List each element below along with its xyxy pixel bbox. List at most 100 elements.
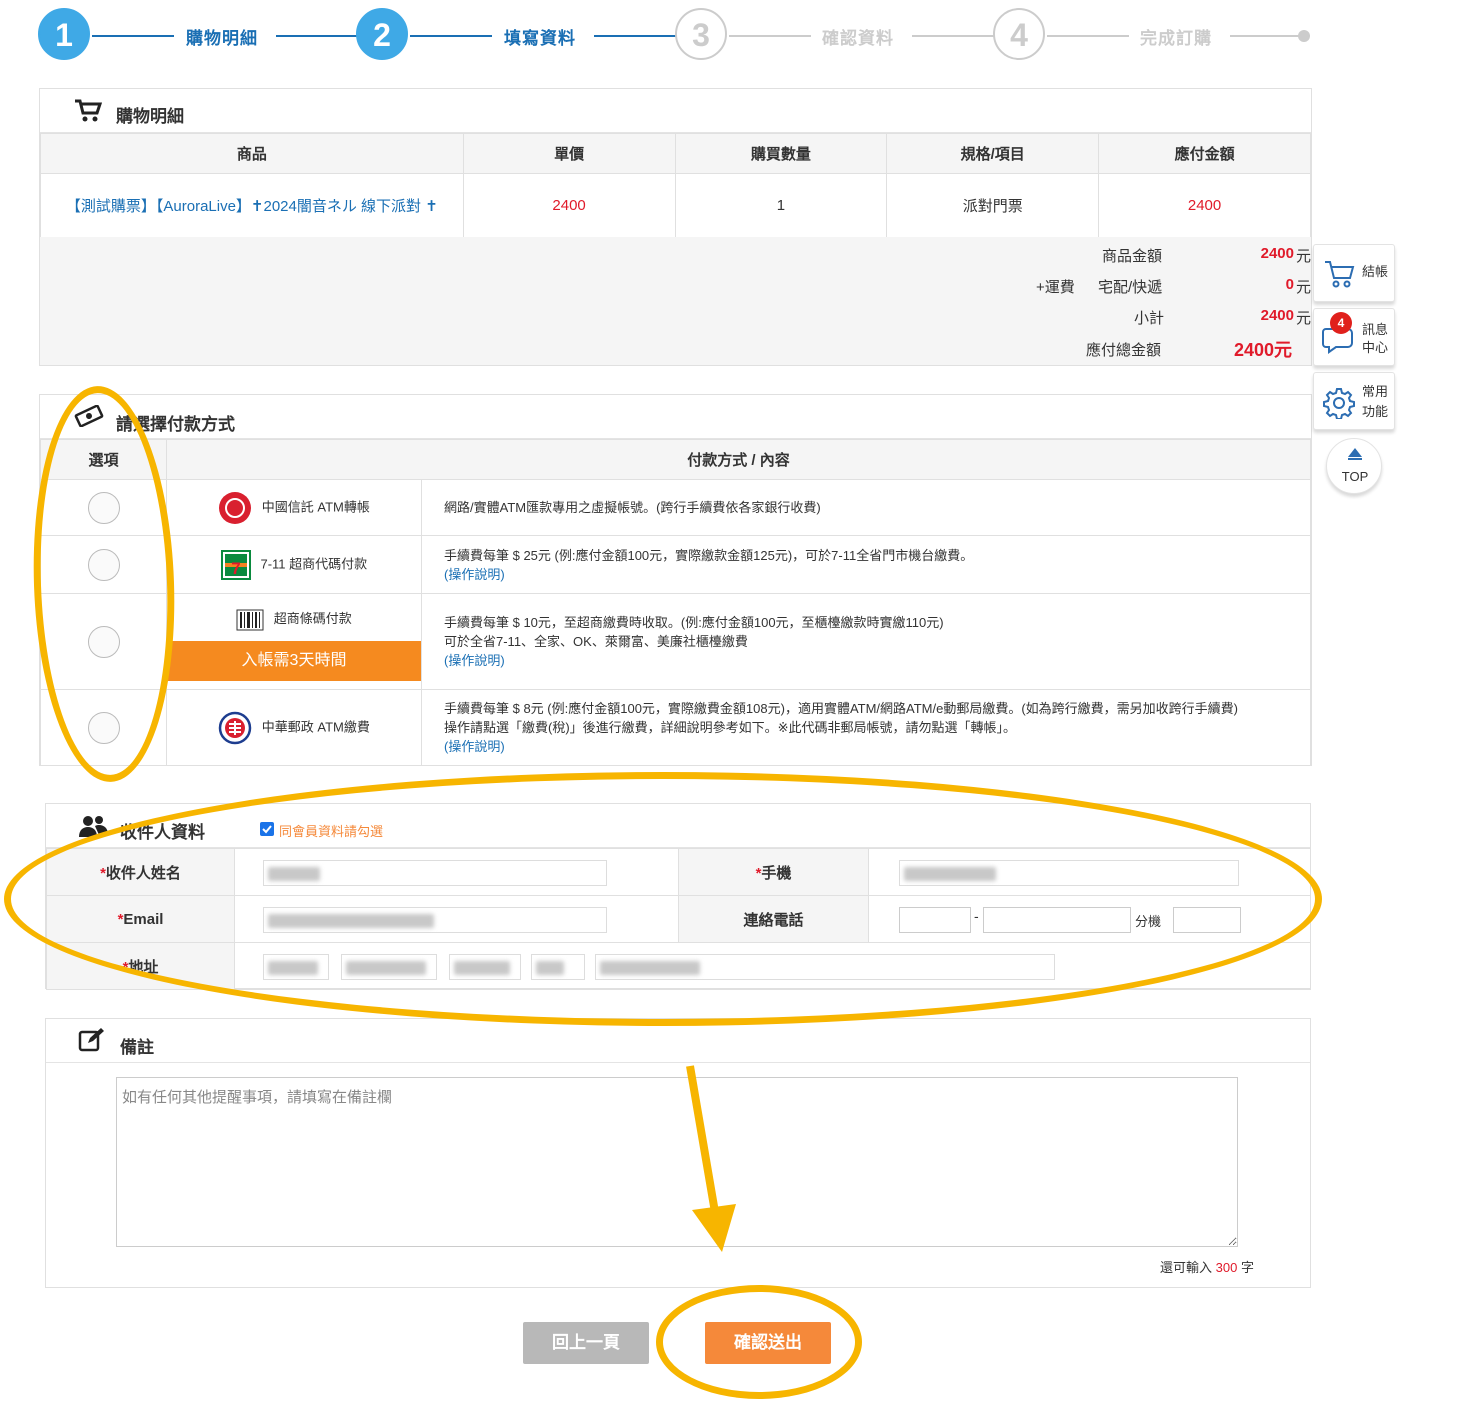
payment-name: 超商條碼付款 (273, 611, 352, 626)
back-button[interactable]: 回上一頁 (523, 1322, 649, 1364)
payment-radio-ctbc[interactable] (87, 491, 120, 524)
functions-dock-button[interactable]: 常用 功能 (1313, 372, 1395, 430)
col-amount: 應付金額 (1098, 133, 1311, 174)
step-2-label: 填寫資料 (504, 29, 576, 48)
step-1-circle: 1 (38, 8, 90, 60)
phone-area-input[interactable] (899, 907, 971, 933)
phone-ext-input[interactable] (1173, 907, 1241, 933)
payment-radio-post[interactable] (87, 711, 120, 744)
check-icon (262, 825, 272, 834)
checkout-dock-button[interactable]: 結帳 (1313, 244, 1395, 302)
note-panel-header: 備註 (46, 1019, 1310, 1063)
redacted-text (904, 867, 996, 881)
cart-panel: 購物明細 商品 單價 購買數量 規格/項目 應付金額 【測試購票】【Aurora… (39, 88, 1312, 366)
address-input[interactable] (595, 954, 1055, 980)
phone-label: 連絡電話 (743, 911, 804, 929)
product-link[interactable]: 【測試購票】【AuroraLive】✝2024闇音ネル 線下派對 ✝ (40, 173, 464, 238)
currency: 元 (1296, 279, 1312, 296)
email-input[interactable] (263, 907, 607, 933)
dock-messages-label-2: 中心 (1362, 340, 1389, 355)
note-title: 備註 (120, 1038, 154, 1057)
users-icon (79, 816, 108, 837)
instructions-link[interactable]: (操作說明) (444, 565, 1309, 584)
edit-icon (78, 1028, 104, 1052)
mobile-cell (868, 848, 1311, 896)
payment-row: 7 7-11 超商代碼付款 手續費每筆 $ 25元 (例:應付金額100元，實際… (40, 535, 1311, 594)
redacted-text (454, 961, 510, 975)
cart-summary: 商品金額 2400 元 +運費 宅配/快遞 0 元 小計 2400 元 應付總金… (40, 237, 1311, 365)
cart-table: 商品 單價 購買數量 規格/項目 應付金額 【測試購票】【AuroraLive】… (40, 133, 1311, 238)
shipping-value: 0 (1285, 276, 1294, 293)
redacted-text (346, 961, 426, 975)
payment-desc: 手續費每筆 $ 10元，至超商繳費時收取。(例:應付金額100元，至櫃檯繳款時實… (444, 615, 944, 630)
col-price: 單價 (462, 133, 676, 174)
step-connector (1047, 35, 1129, 37)
payment-row: 超商條碼付款 入帳需3天時間 手續費每筆 $ 10元，至超商繳費時收取。(例:應… (40, 593, 1311, 690)
top-label: TOP (1341, 469, 1369, 484)
cart-title: 購物明細 (116, 107, 184, 126)
table-row: 【測試購票】【AuroraLive】✝2024闇音ネル 線下派對 ✝ 2400 … (40, 173, 1311, 238)
quantity: 1 (674, 173, 888, 238)
recipient-title: 收件人資料 (120, 823, 205, 842)
phone-cell: - 分機 (868, 895, 1311, 943)
payment-name: 7-11 超商代碼付款 (260, 555, 368, 571)
subtotal-label: 小計 (1134, 310, 1165, 327)
annotation-arrow-icon (686, 1065, 736, 1252)
instructions-link[interactable]: (操作說明) (444, 737, 1309, 756)
instructions-link[interactable]: (操作說明) (444, 651, 1309, 670)
shipping-prefix: +運費 (1036, 279, 1075, 296)
name-label: 收件人姓名 (105, 864, 181, 882)
unit-price: 2400 (462, 173, 676, 238)
mobile-label: 手機 (761, 864, 792, 882)
money-icon (74, 405, 104, 427)
back-to-top-button[interactable]: TOP (1326, 438, 1382, 494)
currency: 元 (1296, 310, 1312, 327)
payment-radio-711[interactable] (87, 548, 120, 581)
arrow-up-icon (1348, 448, 1362, 460)
step-1-label: 購物明細 (186, 29, 258, 48)
payment-desc-2: 操作請點選「繳費(稅)」後進行繳費，詳細說明參考如下。※此代碼非郵局帳號，請勿點… (444, 720, 1017, 735)
phone-number-input[interactable] (983, 907, 1131, 933)
message-count-badge: 4 (1330, 312, 1352, 334)
cart-icon (75, 99, 102, 122)
char-counter-value: 300 (1215, 1260, 1238, 1275)
svg-text:7: 7 (231, 559, 240, 578)
dock-checkout-label: 結帳 (1362, 264, 1389, 279)
payment-table: 選項 付款方式 / 內容 中國信託 ATM轉帳 網路/實體ATM匯款專用之虛擬帳… (40, 439, 1311, 766)
payment-desc-2: 可於全省7-11、全家、OK、萊爾富、美廉社櫃檯繳費 (444, 634, 748, 649)
step-connector (912, 35, 994, 37)
payment-radio-barcode[interactable] (87, 625, 120, 658)
total-label: 應付總金額 (1086, 342, 1162, 359)
payment-title: 請選擇付款方式 (116, 415, 235, 434)
zip-code-input[interactable] (531, 954, 585, 980)
ctbc-logo-icon (219, 491, 252, 524)
step-4-circle: 4 (993, 8, 1045, 60)
step-connector (729, 35, 811, 37)
payment-name: 中華郵政 ATM繳費 (261, 718, 370, 734)
redacted-text (536, 961, 564, 975)
dock-messages-label-1: 訊息 (1362, 322, 1389, 337)
goods-amount-label: 商品金額 (1102, 248, 1163, 265)
col-option: 選項 (40, 439, 167, 480)
submit-button[interactable]: 確認送出 (705, 1322, 831, 1364)
seven-eleven-logo-icon: 7 (220, 549, 251, 580)
redacted-text (268, 961, 318, 975)
step-4-label: 完成訂購 (1140, 29, 1212, 48)
col-qty: 購買數量 (674, 133, 888, 174)
row-amount: 2400 (1098, 173, 1311, 238)
same-as-member-checkbox[interactable] (260, 822, 274, 836)
city-select[interactable] (263, 954, 329, 980)
email-cell (234, 895, 679, 943)
char-counter-suffix: 字 (1240, 1260, 1254, 1275)
step-connector (92, 35, 174, 37)
mobile-input[interactable] (899, 860, 1239, 886)
recipient-form: *收件人姓名 *手機 *Email 連絡電話 - 分機 *地址 (46, 848, 1311, 990)
step-connector (276, 35, 358, 37)
zip-select[interactable] (449, 954, 521, 980)
name-input[interactable] (263, 860, 607, 886)
district-select[interactable] (341, 954, 437, 980)
chunghwa-post-logo-icon (218, 711, 252, 744)
message-center-dock-button[interactable]: 4 訊息 中心 (1313, 308, 1395, 366)
goods-amount-value: 2400 (1260, 245, 1294, 262)
dock-functions-label-2: 功能 (1362, 404, 1389, 419)
